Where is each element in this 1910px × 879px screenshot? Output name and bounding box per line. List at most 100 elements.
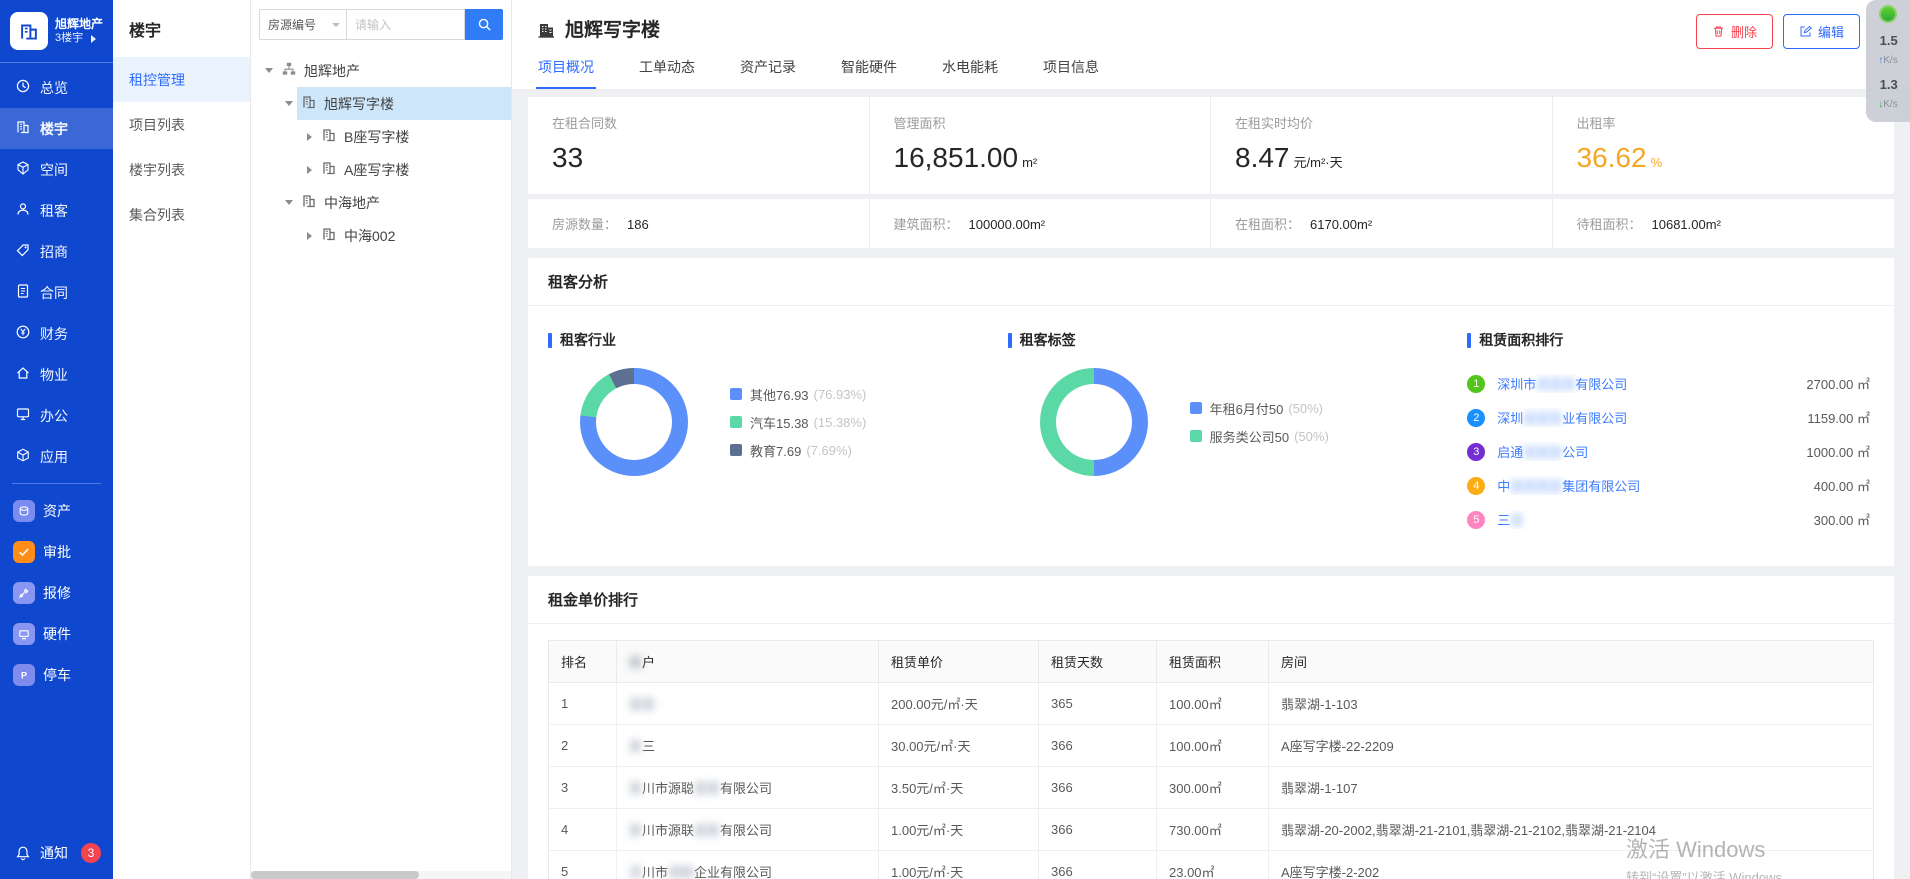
- tenant-industry-legend: 其他76.93(76.93%)汽车15.38(15.38%)教育7.69(7.6…: [730, 376, 866, 469]
- cell-rooms: 翡翠湖-1-103: [1269, 683, 1874, 725]
- sidebar-tool-hardware[interactable]: 硬件: [0, 613, 113, 654]
- tenant-tags-legend: 年租6月付50(50%) 服务类公司50(50%): [1190, 390, 1329, 455]
- cell-rooms: A座写字楼-2-202: [1269, 851, 1874, 879]
- menu-item[interactable]: 租控管理: [113, 57, 250, 102]
- company-link[interactable]: 深圳市某某某有限公司: [1497, 374, 1798, 393]
- net-speed-widget[interactable]: 1.5↑K/s 1.3↓K/s: [1866, 0, 1910, 122]
- rank-badge: 3: [1467, 443, 1485, 461]
- legend-item: 教育7.69(7.69%): [730, 441, 866, 460]
- tree-node[interactable]: A座写字楼: [251, 153, 511, 186]
- rank-badge: 5: [1467, 511, 1485, 529]
- notifications-label: 通知: [40, 843, 68, 863]
- tenant-link[interactable]: 某川市源聪某某有限公司: [617, 767, 879, 809]
- legend-item: 服务类公司50(50%): [1190, 427, 1329, 446]
- sidebar-item-label: 楼宇: [40, 119, 68, 139]
- sidebar-item-space[interactable]: 空间: [0, 149, 113, 190]
- building-icon: [301, 94, 324, 113]
- sidebar-item-property[interactable]: 物业: [0, 354, 113, 395]
- caret-right-icon[interactable]: [301, 133, 317, 141]
- sidebar-nav: 总览楼宇空间租客招商合同财务物业办公应用: [0, 67, 113, 477]
- sidebar-item-tenant[interactable]: 租客: [0, 190, 113, 231]
- tabs-bar: 项目概况工单动态资产记录智能硬件水电能耗项目信息: [512, 48, 1910, 90]
- tree-node[interactable]: 旭辉地产: [251, 54, 511, 87]
- tab[interactable]: 项目信息: [1041, 48, 1101, 89]
- sidebar-tool-approval[interactable]: 审批: [0, 531, 113, 572]
- edit-button[interactable]: 编辑: [1783, 14, 1860, 49]
- tab[interactable]: 资产记录: [738, 48, 798, 89]
- caret-down-icon[interactable]: [261, 68, 277, 73]
- tree-node-label: 旭辉写字楼: [324, 94, 394, 114]
- tenant-link[interactable]: 某某: [617, 683, 879, 725]
- cell-days: 365: [1039, 683, 1157, 725]
- company-link[interactable]: 深圳某某某业有限公司: [1497, 408, 1799, 427]
- menu-item[interactable]: 集合列表: [113, 192, 250, 237]
- menu-item[interactable]: 项目列表: [113, 102, 250, 147]
- tree-horizontal-scrollbar[interactable]: [251, 871, 511, 879]
- tree-node[interactable]: 中海002: [251, 219, 511, 252]
- sidebar-item-finance[interactable]: 财务: [0, 313, 113, 354]
- chart-tenant-tags: 租客标签 年租6月付50(50%)服务类公司50(50%): [1008, 316, 1468, 540]
- delete-button[interactable]: 删除: [1696, 14, 1773, 49]
- tenant-link[interactable]: 深川市源聪企业有限公司: [617, 851, 879, 879]
- cell-price: 1.00元/㎡·天: [879, 809, 1039, 851]
- tenant-analysis-title: 租客分析: [528, 258, 1894, 306]
- tree-node[interactable]: 旭辉写字楼: [251, 87, 511, 120]
- building-icon: [15, 119, 40, 138]
- tree-search-input[interactable]: [347, 9, 465, 40]
- tab[interactable]: 工单动态: [637, 48, 697, 89]
- cell-rank: 2: [549, 725, 617, 767]
- building-icon: [321, 226, 344, 245]
- tab[interactable]: 水电能耗: [940, 48, 1000, 89]
- search-icon: [477, 17, 492, 32]
- tree-node[interactable]: B座写字楼: [251, 120, 511, 153]
- company-link[interactable]: 三某: [1497, 510, 1805, 529]
- section-bar: [548, 333, 552, 348]
- sidebar-item-notifications[interactable]: 通知 3: [0, 843, 113, 879]
- building-icon: [321, 127, 344, 146]
- caret-down-icon[interactable]: [281, 200, 297, 205]
- sidebar-tool-repair[interactable]: 报修: [0, 572, 113, 613]
- sidebar-tool-parking[interactable]: P停车: [0, 654, 113, 695]
- legend-swatch: [730, 444, 742, 456]
- sidebar-item-label: 空间: [40, 160, 68, 180]
- search-field-value: 房源编号: [268, 16, 316, 33]
- tree-search-bar: 房源编号: [251, 0, 511, 48]
- rank-area-value: 1159.00 ㎡: [1807, 408, 1870, 427]
- rank-badge: 2: [1467, 409, 1485, 427]
- brand-block[interactable]: 旭辉地产 3楼宇: [0, 0, 113, 62]
- stat-secondary-cell: 房源数量：186: [528, 199, 870, 248]
- company-link[interactable]: 中某某某某集团有限公司: [1497, 476, 1805, 495]
- tab[interactable]: 项目概况: [536, 48, 596, 89]
- company-link[interactable]: 启通某某某公司: [1497, 442, 1798, 461]
- sidebar-item-contract[interactable]: 合同: [0, 272, 113, 313]
- tree-node[interactable]: 中海地产: [251, 186, 511, 219]
- tree-node-label: B座写字楼: [344, 127, 409, 147]
- cell-days: 366: [1039, 851, 1157, 879]
- sidebar-item-apps[interactable]: 应用: [0, 436, 113, 477]
- cell-rooms: A座写字楼-22-2209: [1269, 725, 1874, 767]
- sidebar-item-overview[interactable]: 总览: [0, 67, 113, 108]
- sidebar-item-building[interactable]: 楼宇: [0, 108, 113, 149]
- sidebar-tool-asset[interactable]: 资产: [0, 490, 113, 531]
- caret-right-icon[interactable]: [301, 232, 317, 240]
- legend-item: 年租6月付50(50%): [1190, 399, 1329, 418]
- tenant-link[interactable]: 某川市源联某某有限公司: [617, 809, 879, 851]
- search-field-select[interactable]: 房源编号: [259, 9, 347, 40]
- tree-node-label: 中海002: [344, 226, 395, 246]
- legend-swatch: [730, 388, 742, 400]
- stat-label: 管理面积: [894, 113, 1187, 132]
- hardware-icon: [13, 623, 35, 645]
- caret-down-icon[interactable]: [281, 101, 297, 106]
- leasing-icon: [15, 242, 40, 261]
- tree-search-button[interactable]: [465, 9, 503, 40]
- caret-right-icon[interactable]: [301, 166, 317, 174]
- cell-area: 300.00㎡: [1157, 767, 1269, 809]
- notifications-badge: 3: [81, 843, 101, 863]
- sidebar-item-leasing[interactable]: 招商: [0, 231, 113, 272]
- tab[interactable]: 智能硬件: [839, 48, 899, 89]
- tenant-link[interactable]: 某三: [617, 725, 879, 767]
- brand-expand-icon[interactable]: [91, 35, 96, 43]
- page-title: 旭辉写字楼: [565, 15, 660, 42]
- sidebar-item-office[interactable]: 办公: [0, 395, 113, 436]
- menu-item[interactable]: 楼宇列表: [113, 147, 250, 192]
